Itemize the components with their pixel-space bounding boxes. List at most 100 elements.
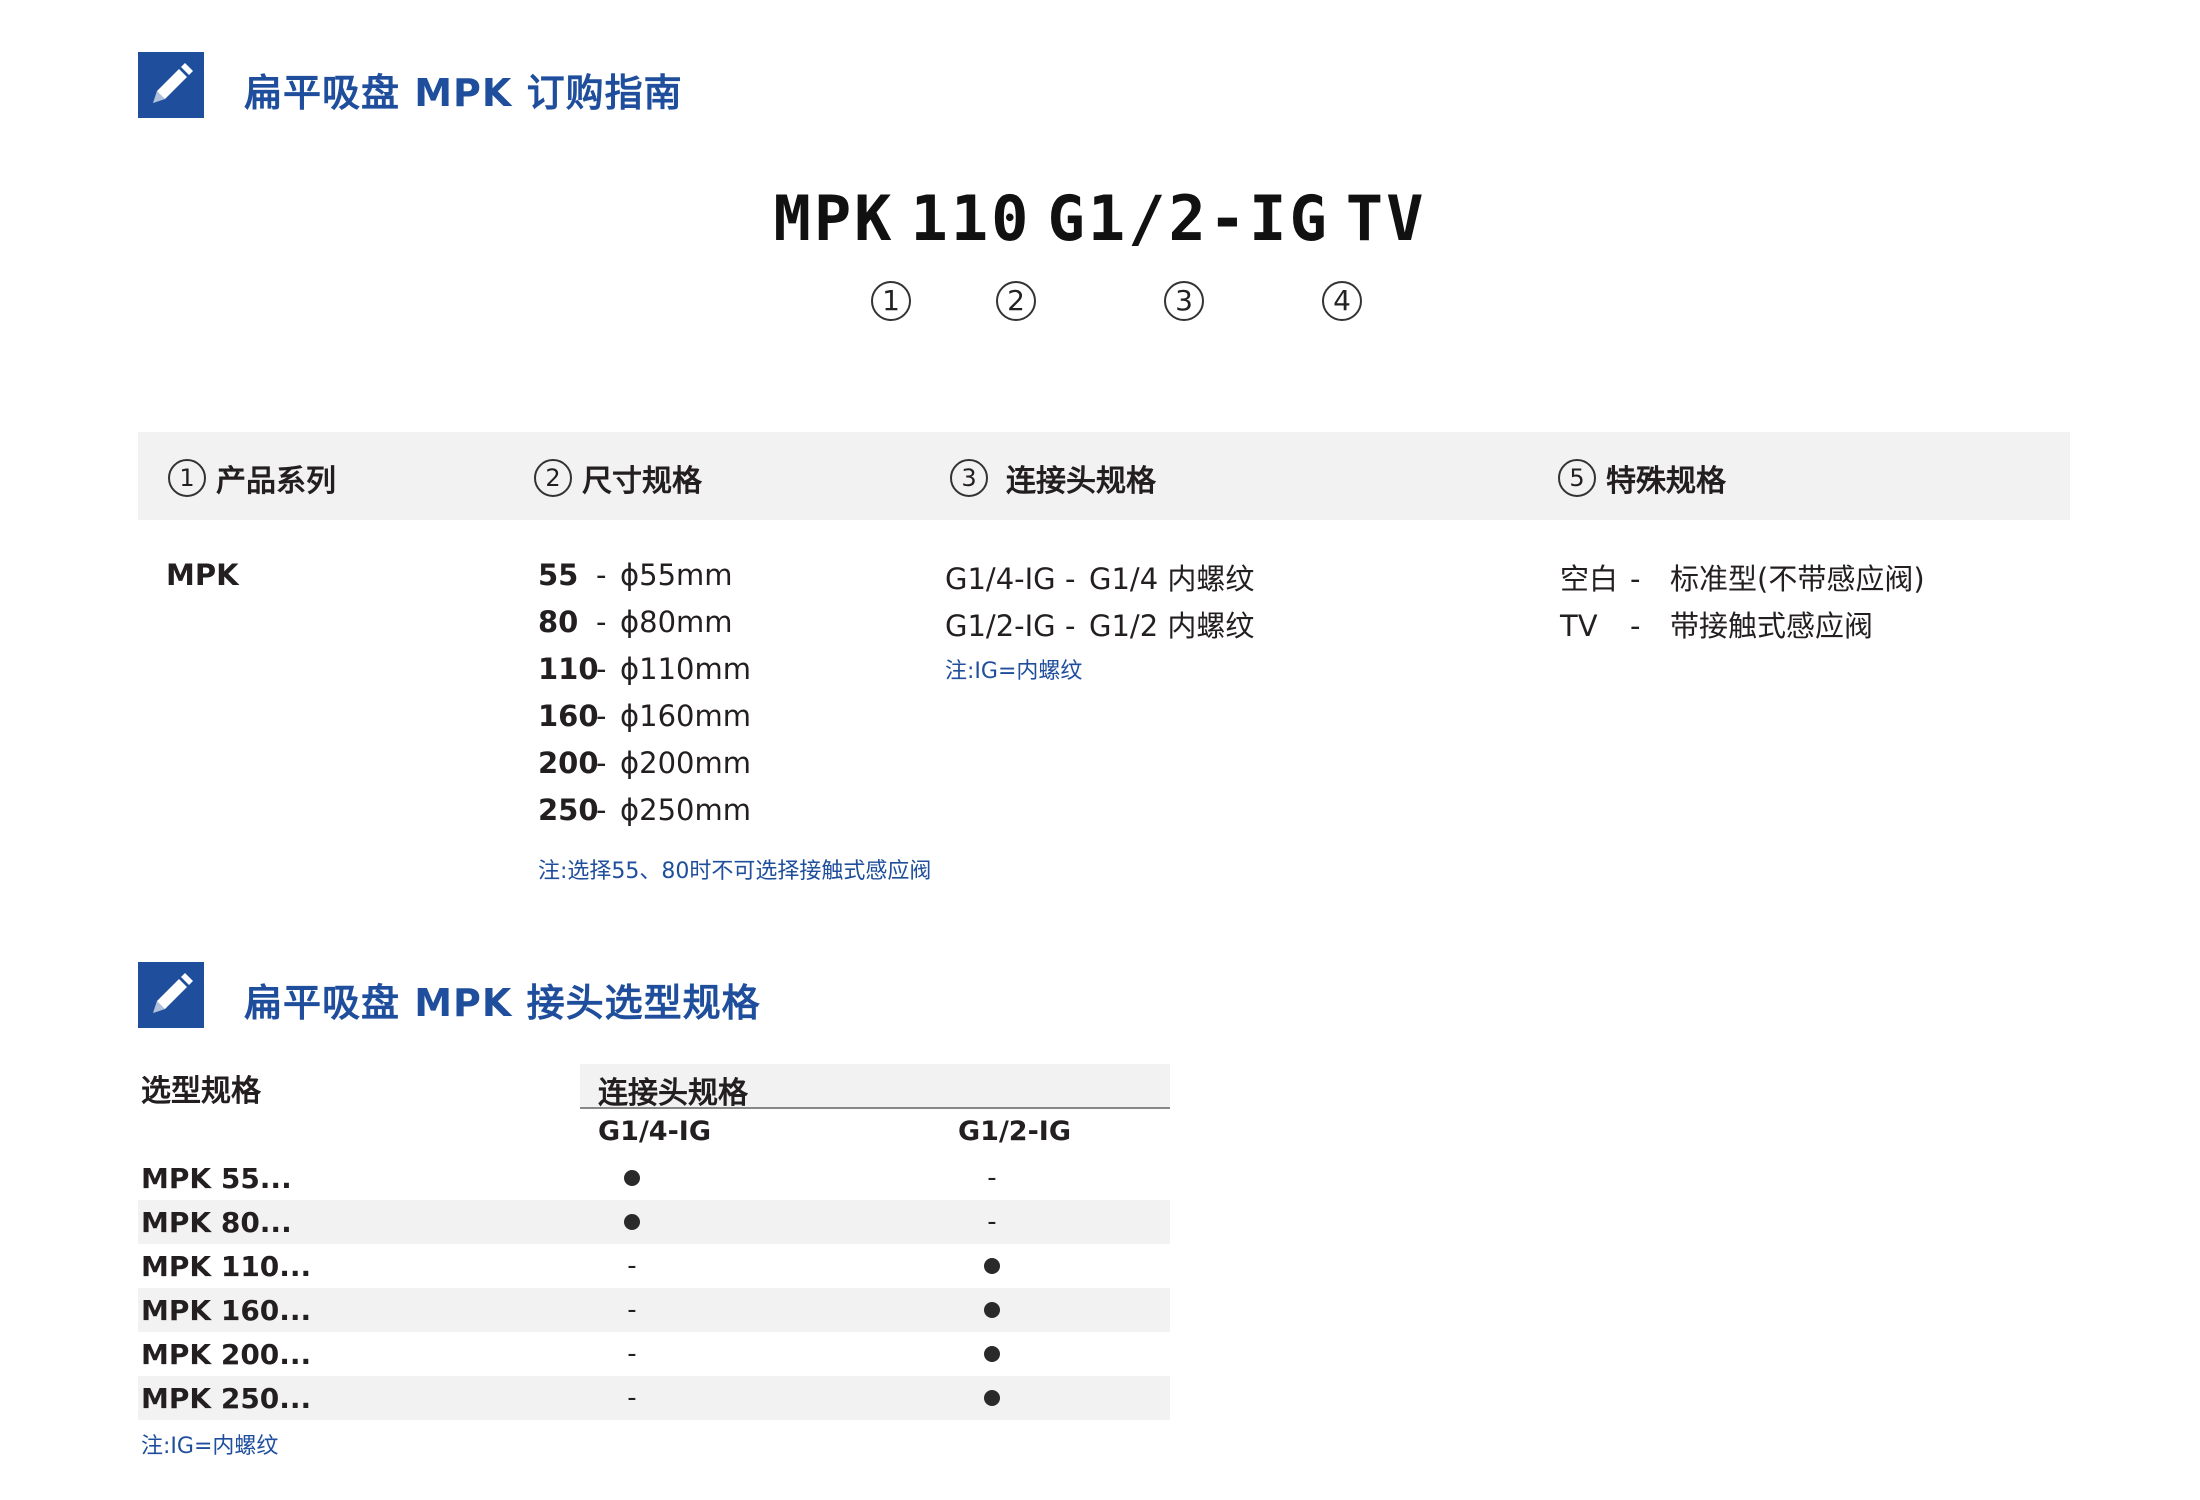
size-option: 110- ϕ110mm — [538, 652, 751, 686]
table-row: MPK 160... - — [138, 1288, 1170, 1332]
pencil-icon — [138, 962, 204, 1028]
size-desc: ϕ80mm — [620, 605, 733, 639]
code-marker-4: 4 — [1322, 281, 1362, 321]
filled-dot-icon — [984, 1346, 1000, 1362]
pencil-icon — [138, 52, 204, 118]
unavailable-dash: - — [987, 1207, 997, 1237]
size-code: 160 — [538, 699, 599, 733]
row-model: MPK 55... — [141, 1161, 292, 1195]
size-code: 80 — [538, 605, 579, 639]
code-marker-3: 3 — [1164, 281, 1204, 321]
connection-option: G1/2-IG - G1/2 内螺纹 — [945, 603, 1254, 645]
size-option: 250- ϕ250mm — [538, 793, 751, 827]
marker-2: 2 — [534, 459, 572, 497]
filled-dot-icon — [624, 1170, 640, 1186]
size-dash: - — [596, 699, 607, 733]
size-dash: - — [596, 652, 607, 686]
filled-dot-icon — [984, 1390, 1000, 1406]
row-model: MPK 250... — [141, 1381, 312, 1415]
filled-dot-icon — [984, 1302, 1000, 1318]
filled-dot-icon — [624, 1214, 640, 1230]
table-row: MPK 55... - — [138, 1156, 1170, 1200]
special-desc: 带接触式感应阀 — [1670, 609, 1874, 643]
available-dot-icon — [952, 1295, 1032, 1325]
table-row: MPK 250... - — [138, 1376, 1170, 1420]
available-dot-icon — [592, 1207, 672, 1237]
code-part-series: MPK — [773, 182, 895, 255]
special-option: TV - 带接触式感应阀 — [1560, 603, 1873, 645]
special-dash: - — [1630, 609, 1641, 643]
connection-desc: G1/4 内螺纹 — [1089, 562, 1255, 596]
guide-header-size: 2 尺寸规格 — [534, 456, 702, 500]
connection-code: G1/4-IG — [945, 562, 1056, 596]
available-dot-icon — [952, 1339, 1032, 1369]
special-desc: 标准型(不带感应阀) — [1670, 562, 1925, 596]
connection-code: G1/2-IG — [945, 609, 1056, 643]
connection-note: 注:IG=内螺纹 — [945, 659, 1083, 684]
row-model: MPK 80... — [141, 1205, 292, 1239]
size-desc: ϕ160mm — [620, 699, 751, 733]
unavailable-dash: - — [987, 1163, 997, 1193]
section-title-selection: 扁平吸盘 MPK 接头选型规格 — [244, 981, 761, 1025]
code-part-size: 110 — [910, 182, 1032, 255]
size-option: 55- ϕ55mm — [538, 558, 733, 592]
connection-dash: - — [1065, 609, 1076, 643]
size-desc: ϕ250mm — [620, 793, 751, 827]
selection-col-g14: G1/4-IG — [598, 1116, 712, 1147]
size-code: 55 — [538, 558, 579, 592]
model-code: MPK 110 G1/2-IG TV — [0, 182, 2200, 255]
size-dash: - — [596, 746, 607, 780]
table-row: MPK 110... - — [138, 1244, 1170, 1288]
filled-dot-icon — [984, 1258, 1000, 1274]
special-code: TV — [1560, 609, 1598, 643]
guide-header-connection: 3 连接头规格 — [950, 456, 1156, 500]
selection-note: 注:IG=内螺纹 — [141, 1434, 279, 1459]
connection-desc: G1/2 内螺纹 — [1089, 609, 1255, 643]
special-dash: - — [1630, 562, 1641, 596]
size-option: 200- ϕ200mm — [538, 746, 751, 780]
size-dash: - — [596, 793, 607, 827]
marker-1: 1 — [168, 459, 206, 497]
size-dash: - — [596, 605, 607, 639]
code-part-special: TV — [1345, 182, 1427, 255]
unavailable-dash: - — [627, 1295, 637, 1325]
marker-5: 5 — [1558, 459, 1596, 497]
size-desc: ϕ200mm — [620, 746, 751, 780]
size-option: 160- ϕ160mm — [538, 699, 751, 733]
code-marker-2: 2 — [996, 281, 1036, 321]
guide-header-series: 1 产品系列 — [168, 456, 336, 500]
connection-dash: - — [1065, 562, 1076, 596]
size-dash: - — [596, 558, 607, 592]
header-label: 特殊规格 — [1606, 464, 1726, 499]
size-code: 200 — [538, 746, 599, 780]
row-model: MPK 110... — [141, 1249, 312, 1283]
table-row: MPK 200... - — [138, 1332, 1170, 1376]
marker-3: 3 — [950, 459, 988, 497]
row-model: MPK 200... — [141, 1337, 312, 1371]
unavailable-dash: - — [627, 1339, 637, 1369]
size-code: 110 — [538, 652, 599, 686]
special-code: 空白 — [1560, 562, 1619, 596]
size-option: 80- ϕ80mm — [538, 605, 733, 639]
header-label: 尺寸规格 — [582, 464, 702, 499]
unavailable-dash: - — [627, 1383, 637, 1413]
series-value: MPK — [166, 558, 239, 592]
available-dot-icon — [592, 1163, 672, 1193]
guide-header-special: 5 特殊规格 — [1558, 456, 1726, 500]
available-dot-icon — [952, 1383, 1032, 1413]
selection-col-model: 选型规格 — [141, 1074, 261, 1109]
size-desc: ϕ110mm — [620, 652, 751, 686]
selection-col-group: 连接头规格 — [598, 1076, 748, 1111]
size-code: 250 — [538, 793, 599, 827]
size-note: 注:选择55、80时不可选择接触式感应阀 — [538, 859, 932, 884]
code-marker-1: 1 — [871, 281, 911, 321]
special-option: 空白 - 标准型(不带感应阀) — [1560, 556, 1925, 598]
unavailable-dash: - — [627, 1251, 637, 1281]
header-label: 产品系列 — [216, 464, 336, 499]
header-label: 连接头规格 — [1006, 464, 1156, 499]
available-dot-icon — [952, 1251, 1032, 1281]
code-part-connection: G1/2-IG — [1047, 182, 1330, 255]
selection-col-g12: G1/2-IG — [958, 1116, 1072, 1147]
row-model: MPK 160... — [141, 1293, 312, 1327]
size-desc: ϕ55mm — [620, 558, 733, 592]
